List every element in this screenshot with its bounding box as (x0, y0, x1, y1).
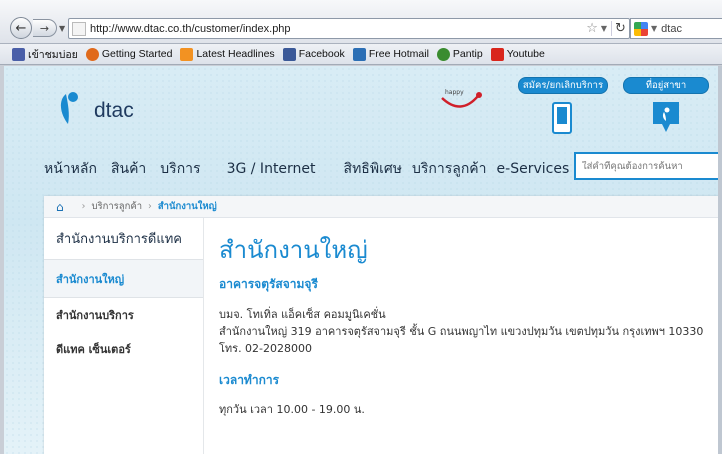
bookmark-most-visited[interactable]: เข้าชมบ่อย (12, 46, 78, 63)
side-menu-title: สำนักงานบริการดีแทค (44, 218, 203, 260)
browser-toolbar: ← → ▼ http://www.dtac.co.th/customer/ind… (0, 0, 722, 44)
page-title: สำนักงานใหญ่ (219, 236, 368, 264)
phone-text: โทร. 02-2028000 (219, 342, 313, 355)
search-bar-text[interactable]: dtac (661, 23, 682, 35)
forward-arrow-icon[interactable]: → (33, 19, 57, 37)
bookmarks-bar: เข้าชมบ่อย Getting Started Latest Headli… (0, 44, 722, 65)
breadcrumb-customer-service[interactable]: บริการลูกค้า (91, 199, 142, 214)
bookmark-free-hotmail[interactable]: Free Hotmail (352, 47, 429, 61)
dtac-logo-icon (60, 92, 78, 124)
site-search-input[interactable] (582, 160, 720, 172)
facebook-icon (282, 47, 296, 61)
dtac-logo[interactable]: dtac (44, 84, 134, 132)
bookmark-star-icon[interactable]: ☆ (586, 21, 598, 36)
nav-home[interactable]: หน้าหลัก (44, 158, 97, 180)
nav-e-services[interactable]: e-Services (497, 161, 570, 177)
branch-location-button[interactable]: ที่อยู่สาขา (623, 77, 709, 94)
bookmark-latest-headlines[interactable]: Latest Headlines (180, 47, 275, 61)
nav-services[interactable]: บริการ (160, 158, 200, 180)
back-arrow-icon[interactable]: ← (10, 17, 32, 39)
main-nav: หน้าหลัก สินค้า บริการ 3G / Internet สิท… (44, 158, 583, 180)
msn-icon (352, 47, 366, 61)
company-name: บมจ. โทเทิ่ล แอ็คเซ็ส คอมมูนิเคชั่น (219, 308, 386, 321)
reload-icon[interactable]: ↻ (611, 21, 629, 36)
nav-3g-internet[interactable]: 3G / Internet (227, 161, 316, 177)
happy-text: happy (445, 89, 464, 96)
hours-heading: เวลาทำการ (219, 373, 280, 387)
bookmark-label: เข้าชมบ่อย (28, 48, 78, 61)
side-menu: สำนักงานบริการดีแทค สำนักงานใหญ่ สำนักงา… (44, 218, 204, 454)
site-search-box[interactable] (574, 152, 722, 180)
mobile-phone-icon[interactable] (552, 102, 572, 134)
search-engine-dropdown-icon[interactable]: ▼ (651, 24, 657, 33)
page-icon (72, 21, 86, 36)
side-item-head-office[interactable]: สำนักงานใหญ่ (44, 260, 203, 298)
side-item-dtac-center[interactable]: ดีแทค เซ็นเตอร์ (44, 332, 203, 366)
bookmark-pantip[interactable]: Pantip (436, 47, 483, 61)
side-item-service-office[interactable]: สำนักงานบริการ (44, 298, 203, 332)
hours-text: ทุกวัน เวลา 10.00 - 19.00 น. (219, 403, 365, 416)
bookmark-label: Facebook (298, 48, 345, 60)
home-icon[interactable]: ⌂ (56, 200, 64, 214)
url-dropdown-icon[interactable]: ▼ (601, 24, 607, 33)
url-text[interactable]: http://www.dtac.co.th/customer/index.php (90, 23, 586, 35)
bookmark-getting-started[interactable]: Getting Started (85, 47, 173, 61)
nav-products[interactable]: สินค้า (111, 158, 146, 180)
subscribe-cancel-button[interactable]: สมัคร/ยกเลิกบริการ (518, 77, 608, 94)
breadcrumb-separator: › (148, 201, 152, 212)
dtac-logo-text: dtac (94, 99, 134, 122)
window-scrollbar[interactable] (718, 66, 722, 454)
firefox-icon (85, 47, 99, 61)
bookmark-label: Latest Headlines (196, 48, 275, 60)
happy-logo-icon[interactable]: happy (436, 86, 486, 116)
pantip-icon (436, 47, 450, 61)
breadcrumb-current: สำนักงานใหญ่ (157, 201, 217, 212)
bookmark-label: Pantip (452, 48, 483, 60)
main-content: สำนักงานใหญ่ อาคารจตุรัสจามจุรี บมจ. โทเ… (219, 230, 709, 418)
nav-privileges[interactable]: สิทธิพิเศษ (344, 158, 402, 180)
nav-customer-service[interactable]: บริการลูกค้า (412, 158, 487, 180)
address-text: สำนักงานใหญ่ 319 อาคารจตุรัสจามจุรี ชั้น… (219, 325, 704, 338)
google-icon[interactable] (634, 21, 648, 36)
history-dropdown-icon[interactable]: ▼ (59, 24, 65, 33)
search-bar[interactable]: ▼ dtac (630, 18, 722, 39)
bookmark-youtube[interactable]: Youtube (490, 47, 545, 61)
address-bar[interactable]: http://www.dtac.co.th/customer/index.php… (68, 18, 630, 39)
breadcrumb: ⌂ › บริการลูกค้า › สำนักงานใหญ่ (44, 196, 722, 218)
rss-icon (180, 47, 194, 61)
bookmark-label: Youtube (506, 48, 545, 60)
bookmark-label: Getting Started (101, 48, 173, 60)
youtube-icon (490, 47, 504, 61)
bookmark-folder-icon (12, 47, 25, 61)
bookmark-label: Free Hotmail (368, 48, 429, 60)
content-panel: ⌂ › บริการลูกค้า › สำนักงานใหญ่ สำนักงาน… (44, 196, 722, 454)
building-heading: อาคารจตุรัสจามจุรี (219, 277, 318, 291)
location-pin-icon[interactable] (651, 100, 681, 134)
breadcrumb-separator: › (81, 201, 86, 212)
bookmark-facebook[interactable]: Facebook (282, 47, 345, 61)
web-page: dtac happy สมัคร/ยกเลิกบริการ ที่อยู่สาข… (4, 66, 722, 454)
